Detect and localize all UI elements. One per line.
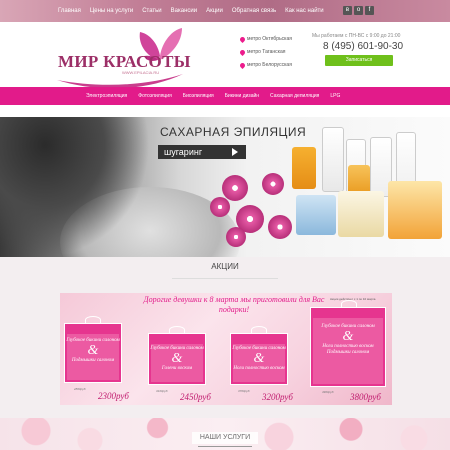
vk-icon[interactable]: в [343, 6, 352, 15]
map-pin-icon [238, 48, 247, 56]
metro-item: метро Таганская [238, 48, 292, 56]
bow-icon [169, 326, 185, 334]
bow-icon [85, 316, 101, 324]
menu-item-bikini[interactable]: Бикини дизайн [225, 93, 259, 99]
menu-item-bio[interactable]: Биоэпиляция [183, 93, 214, 99]
topnav-item-promos[interactable]: Акции [206, 8, 223, 14]
orchid-flower [268, 215, 292, 239]
gift-price: 3200руб [262, 392, 293, 402]
gift-old-price: 4900руб [322, 390, 334, 394]
orchid-flower [222, 175, 248, 201]
orchid-flower [262, 173, 284, 195]
menu-item-sugar[interactable]: Сахарная депиляция [270, 93, 319, 99]
phone-number[interactable]: 8 (495) 601-90-30 [323, 41, 403, 52]
topnav-item-prices[interactable]: Цены на услуги [90, 8, 133, 14]
gift-price: 2300руб [98, 391, 129, 401]
product-bottle [322, 127, 344, 192]
divider [198, 446, 252, 447]
promo-note: Акция действует с 1 по 10 марта [330, 297, 376, 301]
services-title: НАШИ УСЛУГИ [192, 432, 258, 444]
product-tub-blue [296, 195, 336, 235]
hero-hair-image [0, 117, 150, 257]
gift-old-price: 3100руб [156, 389, 168, 393]
header: МИР КРАСОТЫ WWW.EPILACIA.RU метро Октябр… [0, 22, 450, 89]
top-bar: Главная Цены на услуги Статьи Вакансии А… [0, 0, 450, 22]
hero-title: САХАРНАЯ ЭПИЛЯЦИЯ [160, 125, 307, 139]
gift-old-price: 2800руб [74, 387, 86, 391]
hero-banner[interactable]: САХАРНАЯ ЭПИЛЯЦИЯ шугаринг [0, 117, 450, 257]
bow-icon [341, 300, 357, 308]
topnav-item-vacancies[interactable]: Вакансии [171, 8, 197, 14]
metro-item: метро Октябрьская [238, 35, 292, 43]
gift-card[interactable]: Глубокое бикини салоном & Ноги полностью в… [230, 326, 288, 385]
gift-card[interactable]: Глубокое бикини салоном & Подмышки салоном [64, 316, 122, 383]
fb-icon[interactable]: f [365, 6, 374, 15]
divider [172, 278, 278, 279]
menu-item-photo[interactable]: Фотоэпиляция [138, 93, 172, 99]
social-links: в о f [343, 6, 374, 15]
play-arrow-icon [232, 148, 238, 156]
bow-icon [251, 326, 267, 334]
gift-card[interactable]: Глубокое бикини салоном & Голени воском [148, 326, 206, 385]
product-jar-orange [292, 147, 316, 189]
logo-subtitle: WWW.EPILACIA.RU [122, 70, 160, 75]
promo-headline: Дорогие девушки к 8 марта мы приготовили… [143, 295, 325, 314]
gift-old-price: 3700руб [238, 389, 250, 393]
topnav-item-home[interactable]: Главная [58, 8, 81, 14]
topnav-item-articles[interactable]: Статьи [142, 8, 161, 14]
map-pin-icon [238, 35, 247, 43]
ok-icon[interactable]: о [354, 6, 363, 15]
hero-sugaring-button[interactable]: шугаринг [158, 145, 246, 159]
gift-card[interactable]: Глубокое бикини салоном & Ноги полностью в… [310, 300, 386, 387]
top-nav: Главная Цены на услуги Статьи Вакансии А… [58, 0, 324, 22]
promos-title: АКЦИИ [211, 262, 239, 271]
metro-item: метро Белорусская [238, 61, 292, 69]
promo-banner[interactable]: Дорогие девушки к 8 марта мы приготовили… [60, 293, 392, 405]
menu-item-lpg[interactable]: LPG [330, 93, 340, 99]
topnav-item-feedback[interactable]: Обратная связь [232, 8, 276, 14]
metro-list: метро Октябрьская метро Таганская метро … [238, 35, 292, 75]
orchid-flower [210, 197, 230, 217]
working-hours: Мы работаем с ПН-ВС с 9:00 до 21:00 [312, 33, 401, 39]
product-tub-orange [388, 181, 442, 239]
topnav-item-location[interactable]: Как нас найти [285, 8, 324, 14]
menu-item-electro[interactable]: Электроэпиляция [86, 93, 127, 99]
main-menu: Электроэпиляция Фотоэпиляция Биоэпиляция… [0, 87, 450, 105]
gift-price: 3800руб [350, 392, 381, 402]
orchid-flower [226, 227, 246, 247]
menu-spacer [0, 105, 450, 117]
gift-price: 2450руб [180, 392, 211, 402]
logo[interactable]: МИР КРАСОТЫ [58, 52, 191, 72]
product-tub-cream [338, 191, 384, 237]
signup-button[interactable]: Записаться [325, 55, 393, 66]
map-pin-icon [238, 61, 247, 69]
